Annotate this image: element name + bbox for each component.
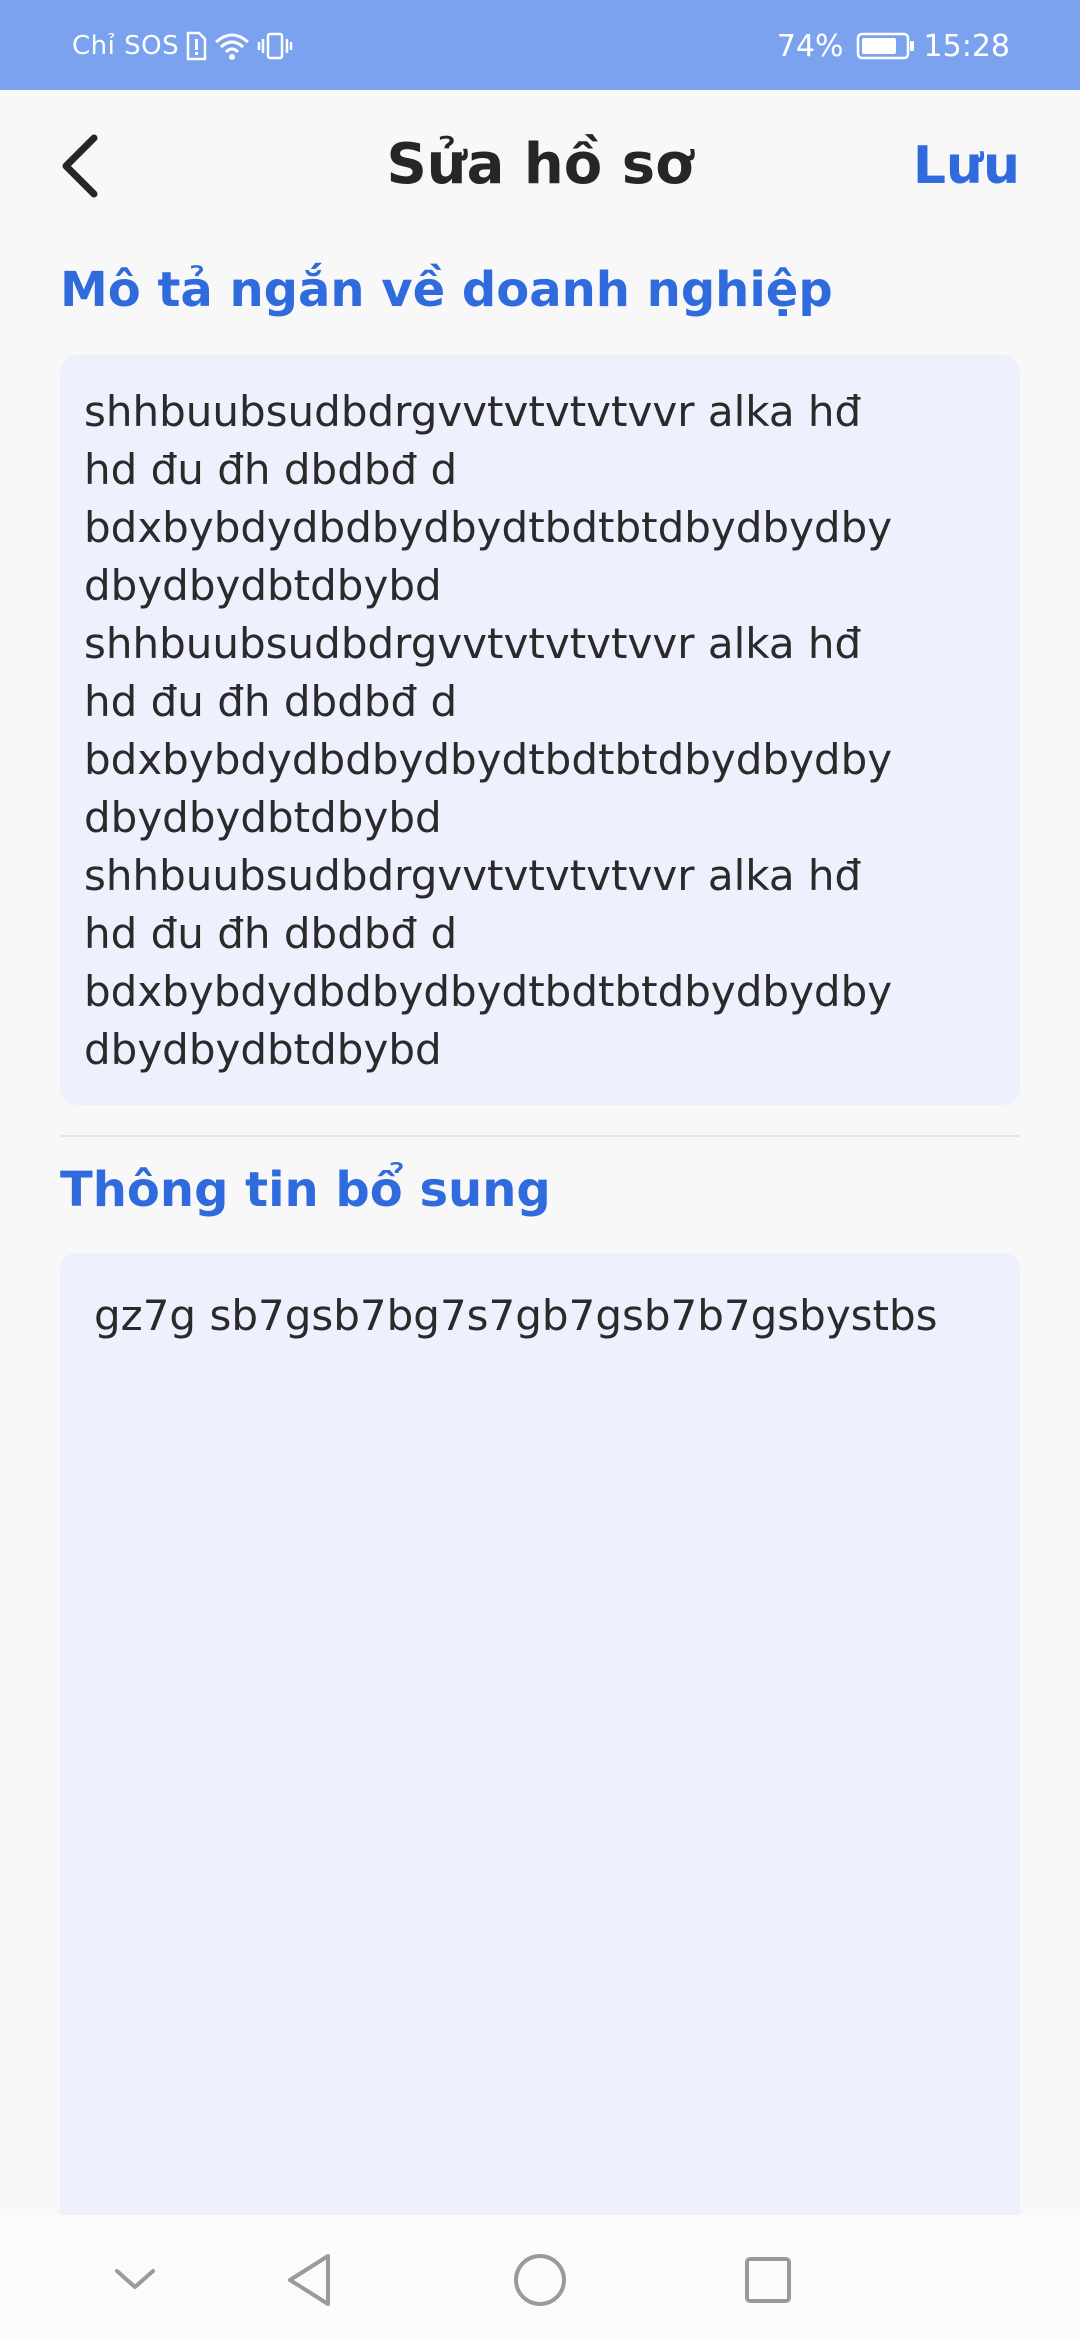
additional-info-value: gz7g sb7gsb7bg7s7gb7gsb7b7gsbystbs [94, 1291, 938, 1340]
circle-home-icon [514, 2254, 566, 2306]
description-textarea[interactable]: shhbuubsudbdrgvvtvtvtvtvvr alka hđ hd đu… [60, 355, 1020, 1105]
status-bar: Chỉ SOS 74% 15:28 [0, 0, 1080, 90]
additional-section-title: Thông tin bổ sung [60, 1162, 551, 1218]
header: Sửa hồ sơ Lưu [0, 90, 1080, 250]
triangle-back-icon [288, 2254, 330, 2306]
description-section-title: Mô tả ngắn về doanh nghiệp [60, 262, 833, 318]
description-line: bdxbybdydbdbydbydtbdtbtdbydbydby [84, 735, 893, 784]
square-recent-icon [745, 2257, 791, 2303]
description-line: bdxbybdydbdbydbydtbdtbtdbydbydby [84, 967, 893, 1016]
status-right: 74% 15:28 [777, 26, 1010, 66]
description-line: shhbuubsudbdrgvvtvtvtvtvvr alka hđ [84, 851, 862, 900]
status-left: Chỉ SOS [72, 26, 293, 66]
sim-alert-icon [185, 31, 207, 61]
nav-back-button[interactable] [274, 2245, 344, 2315]
battery-percent: 74% [776, 28, 844, 64]
description-line: hd đu đh dbdbđ d [84, 445, 458, 494]
carrier-label: Chỉ SOS [72, 31, 180, 61]
description-line: shhbuubsudbdrgvvtvtvtvtvvr alka hđ [84, 619, 862, 668]
wifi-icon [213, 31, 251, 61]
description-line: dbydbydbtdbybd [84, 561, 442, 610]
description-line: bdxbybdydbdbydbydtbdtbtdbydbydby [84, 503, 893, 552]
additional-info-textarea[interactable]: gz7g sb7gsb7bg7s7gb7gsb7b7gsbystbs [60, 1253, 1020, 2253]
nav-hide-button[interactable] [100, 2245, 170, 2315]
clock: 15:28 [923, 28, 1010, 64]
description-line: dbydbydbtdbybd [84, 793, 442, 842]
system-nav-bar [0, 2215, 1080, 2340]
description-line: shhbuubsudbdrgvvtvtvtvtvvr alka hđ [84, 387, 862, 436]
section-divider [60, 1135, 1020, 1137]
description-line: hd đu đh dbdbđ d [84, 677, 458, 726]
nav-home-button[interactable] [505, 2245, 575, 2315]
description-line: hd đu đh dbdbđ d [84, 909, 458, 958]
vibrate-icon [257, 31, 293, 61]
nav-recent-button[interactable] [733, 2245, 803, 2315]
save-button[interactable]: Lưu [913, 136, 1020, 196]
chevron-down-icon [115, 2269, 155, 2289]
description-line: dbydbydbtdbybd [84, 1025, 442, 1074]
battery-icon [856, 31, 916, 61]
